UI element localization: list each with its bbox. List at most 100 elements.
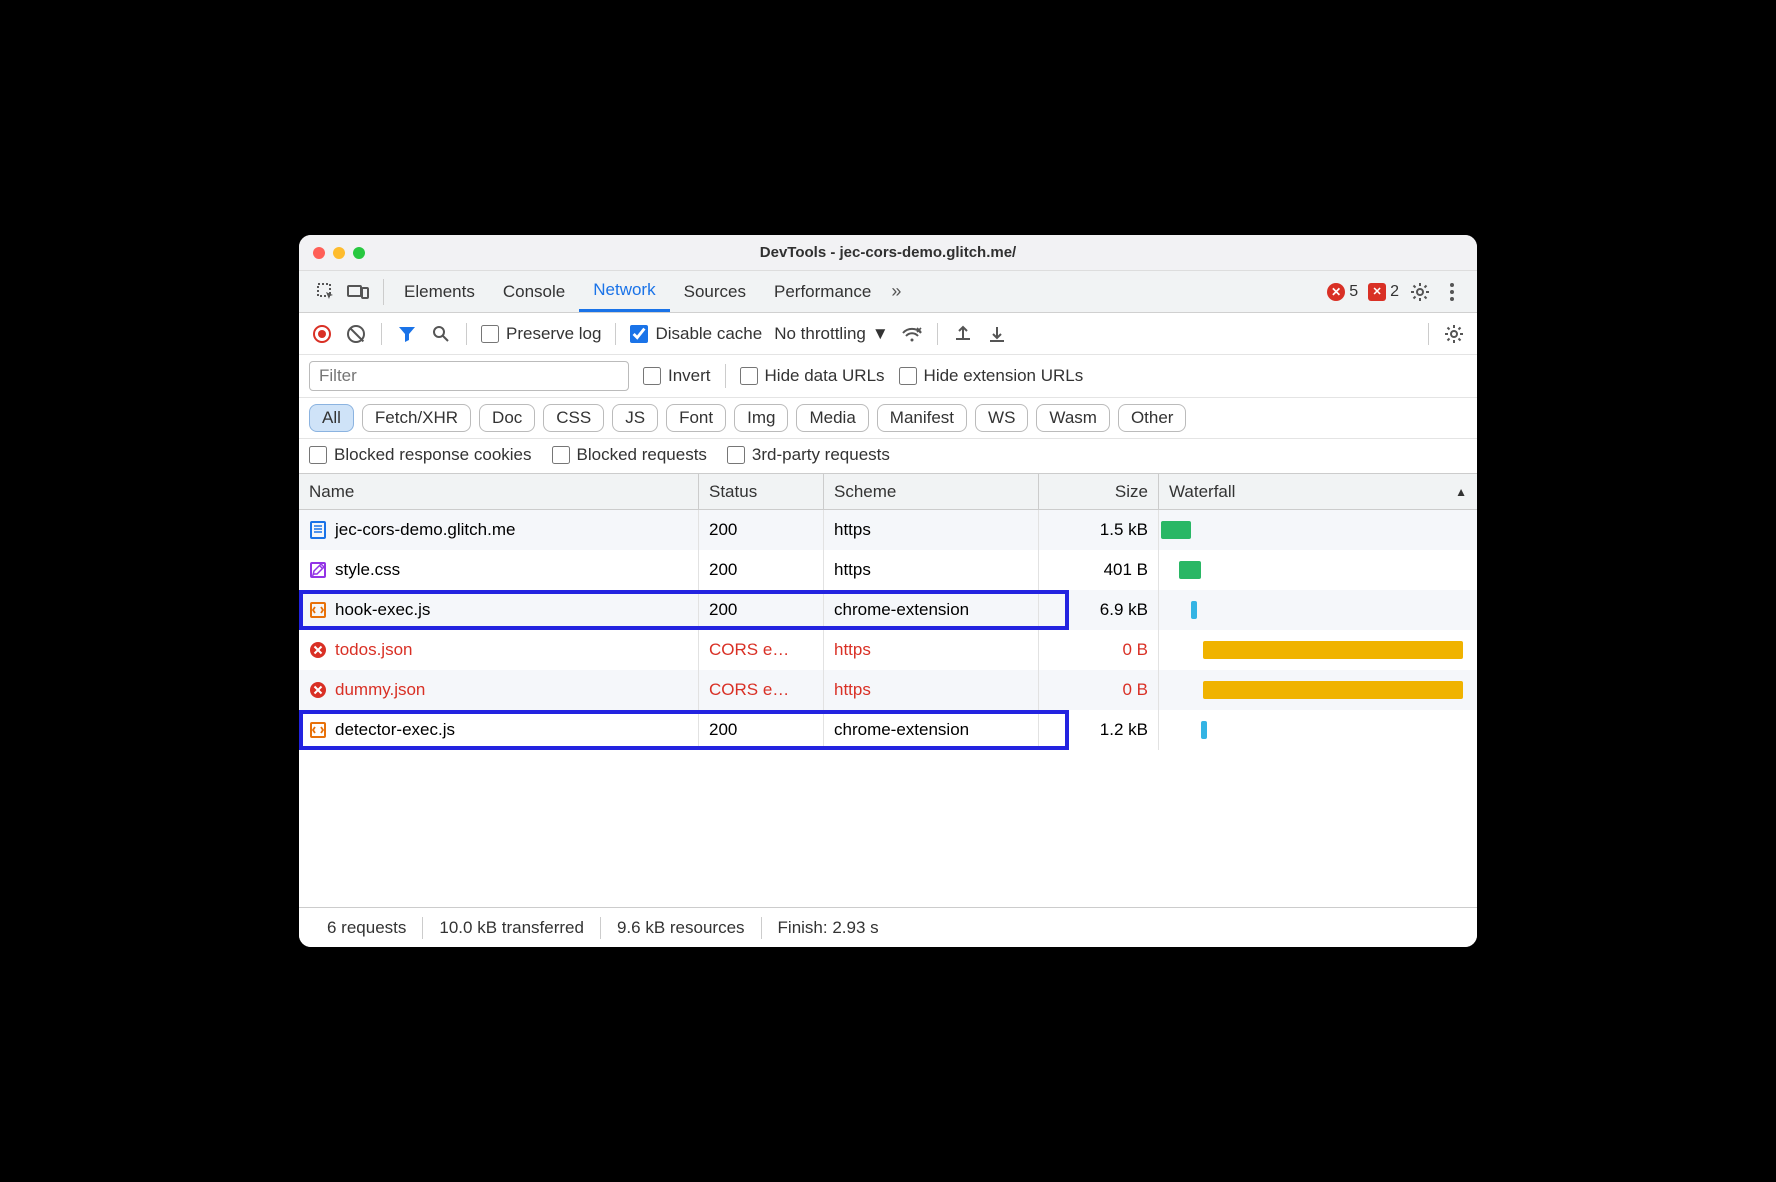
status-transferred: 10.0 kB transferred (423, 918, 600, 938)
request-size: 1.5 kB (1039, 510, 1159, 550)
preserve-log-label: Preserve log (506, 324, 601, 344)
request-name: dummy.json (335, 680, 425, 700)
preserve-log-checkbox[interactable]: Preserve log (481, 324, 601, 344)
status-resources: 9.6 kB resources (601, 918, 761, 938)
hide-ext-urls-label: Hide extension URLs (924, 366, 1084, 386)
request-waterfall (1159, 630, 1477, 670)
issue-counter[interactable]: ✕ 2 (1368, 283, 1399, 301)
error-icon: ✕ (1327, 283, 1345, 301)
request-size: 6.9 kB (1039, 590, 1159, 630)
type-pill-js[interactable]: JS (612, 404, 658, 432)
more-menu-icon[interactable] (1441, 281, 1463, 303)
type-pill-img[interactable]: Img (734, 404, 788, 432)
table-header: Name Status Scheme Size Waterfall ▲ (299, 474, 1477, 510)
type-pill-css[interactable]: CSS (543, 404, 604, 432)
issue-icon: ✕ (1368, 283, 1386, 301)
hide-data-urls-label: Hide data URLs (765, 366, 885, 386)
type-pill-wasm[interactable]: Wasm (1036, 404, 1110, 432)
tab-performance[interactable]: Performance (760, 271, 885, 312)
request-name: detector-exec.js (335, 720, 455, 740)
tab-console[interactable]: Console (489, 271, 579, 312)
waterfall-bar (1203, 641, 1463, 659)
type-pill-manifest[interactable]: Manifest (877, 404, 967, 432)
status-requests: 6 requests (311, 918, 422, 938)
script-icon (309, 721, 327, 739)
export-har-icon[interactable] (952, 323, 974, 345)
table-row[interactable]: hook-exec.js200chrome-extension6.9 kB (299, 590, 1477, 630)
settings-icon[interactable] (1409, 281, 1431, 303)
type-pill-other[interactable]: Other (1118, 404, 1187, 432)
network-settings-icon[interactable] (1443, 323, 1465, 345)
invert-input[interactable] (643, 367, 661, 385)
extra-checks-row: Blocked response cookies Blocked request… (299, 439, 1477, 474)
table-row[interactable]: jec-cors-demo.glitch.me200https1.5 kB (299, 510, 1477, 550)
document-icon (309, 521, 327, 539)
status-finish: Finish: 2.93 s (762, 918, 895, 938)
col-size[interactable]: Size (1039, 474, 1159, 509)
col-scheme[interactable]: Scheme (824, 474, 1039, 509)
table-row[interactable]: todos.jsonCORS e…https0 B (299, 630, 1477, 670)
disable-cache-checkbox[interactable]: Disable cache (630, 324, 762, 344)
tab-network[interactable]: Network (579, 271, 669, 312)
third-party-checkbox[interactable]: 3rd-party requests (727, 445, 890, 465)
type-pill-fetch-xhr[interactable]: Fetch/XHR (362, 404, 471, 432)
record-button[interactable] (311, 323, 333, 345)
blocked-cookies-checkbox[interactable]: Blocked response cookies (309, 445, 532, 465)
request-size: 401 B (1039, 550, 1159, 590)
throttling-select[interactable]: No throttling ▼ (774, 324, 889, 344)
device-toolbar-icon[interactable] (347, 281, 369, 303)
table-row[interactable]: detector-exec.js200chrome-extension1.2 k… (299, 710, 1477, 750)
tab-sources[interactable]: Sources (670, 271, 760, 312)
invert-checkbox[interactable]: Invert (643, 366, 711, 386)
network-conditions-icon[interactable] (901, 323, 923, 345)
type-pill-font[interactable]: Font (666, 404, 726, 432)
network-table: Name Status Scheme Size Waterfall ▲ jec-… (299, 474, 1477, 907)
request-status: CORS e… (699, 630, 824, 670)
col-name[interactable]: Name (299, 474, 699, 509)
error-counter[interactable]: ✕ 5 (1327, 283, 1358, 301)
request-status: 200 (699, 590, 824, 630)
request-size: 1.2 kB (1039, 710, 1159, 750)
search-icon[interactable] (430, 323, 452, 345)
col-waterfall[interactable]: Waterfall ▲ (1159, 474, 1477, 509)
tab-elements[interactable]: Elements (390, 271, 489, 312)
request-scheme: chrome-extension (824, 590, 1039, 630)
hide-data-urls-input[interactable] (740, 367, 758, 385)
error-count: 5 (1349, 283, 1358, 301)
hide-ext-urls-input[interactable] (899, 367, 917, 385)
preserve-log-input[interactable] (481, 325, 499, 343)
hide-data-urls-checkbox[interactable]: Hide data URLs (740, 366, 885, 386)
table-body: jec-cors-demo.glitch.me200https1.5 kBsty… (299, 510, 1477, 907)
type-pill-all[interactable]: All (309, 404, 354, 432)
disable-cache-input[interactable] (630, 325, 648, 343)
request-status: CORS e… (699, 670, 824, 710)
inspect-icon[interactable] (315, 281, 337, 303)
table-row[interactable]: dummy.jsonCORS e…https0 B (299, 670, 1477, 710)
blocked-requests-checkbox[interactable]: Blocked requests (552, 445, 707, 465)
request-scheme: https (824, 630, 1039, 670)
css-icon (309, 561, 327, 579)
type-pill-media[interactable]: Media (796, 404, 868, 432)
hide-ext-urls-checkbox[interactable]: Hide extension URLs (899, 366, 1084, 386)
col-status[interactable]: Status (699, 474, 824, 509)
type-pill-doc[interactable]: Doc (479, 404, 535, 432)
filter-input[interactable] (309, 361, 629, 391)
clear-button[interactable] (345, 323, 367, 345)
request-waterfall (1159, 710, 1477, 750)
filter-toggle-icon[interactable] (396, 323, 418, 345)
waterfall-bar (1203, 681, 1463, 699)
third-party-label: 3rd-party requests (752, 445, 890, 465)
status-bar: 6 requests 10.0 kB transferred 9.6 kB re… (299, 907, 1477, 947)
issue-count: 2 (1390, 283, 1399, 301)
request-status: 200 (699, 710, 824, 750)
table-row[interactable]: style.css200https401 B (299, 550, 1477, 590)
more-tabs-icon[interactable]: » (891, 281, 901, 302)
error-icon (309, 641, 327, 659)
script-icon (309, 601, 327, 619)
request-name: todos.json (335, 640, 413, 660)
request-name: jec-cors-demo.glitch.me (335, 520, 515, 540)
type-pill-ws[interactable]: WS (975, 404, 1028, 432)
import-har-icon[interactable] (986, 323, 1008, 345)
waterfall-bar (1179, 561, 1201, 579)
request-waterfall (1159, 670, 1477, 710)
